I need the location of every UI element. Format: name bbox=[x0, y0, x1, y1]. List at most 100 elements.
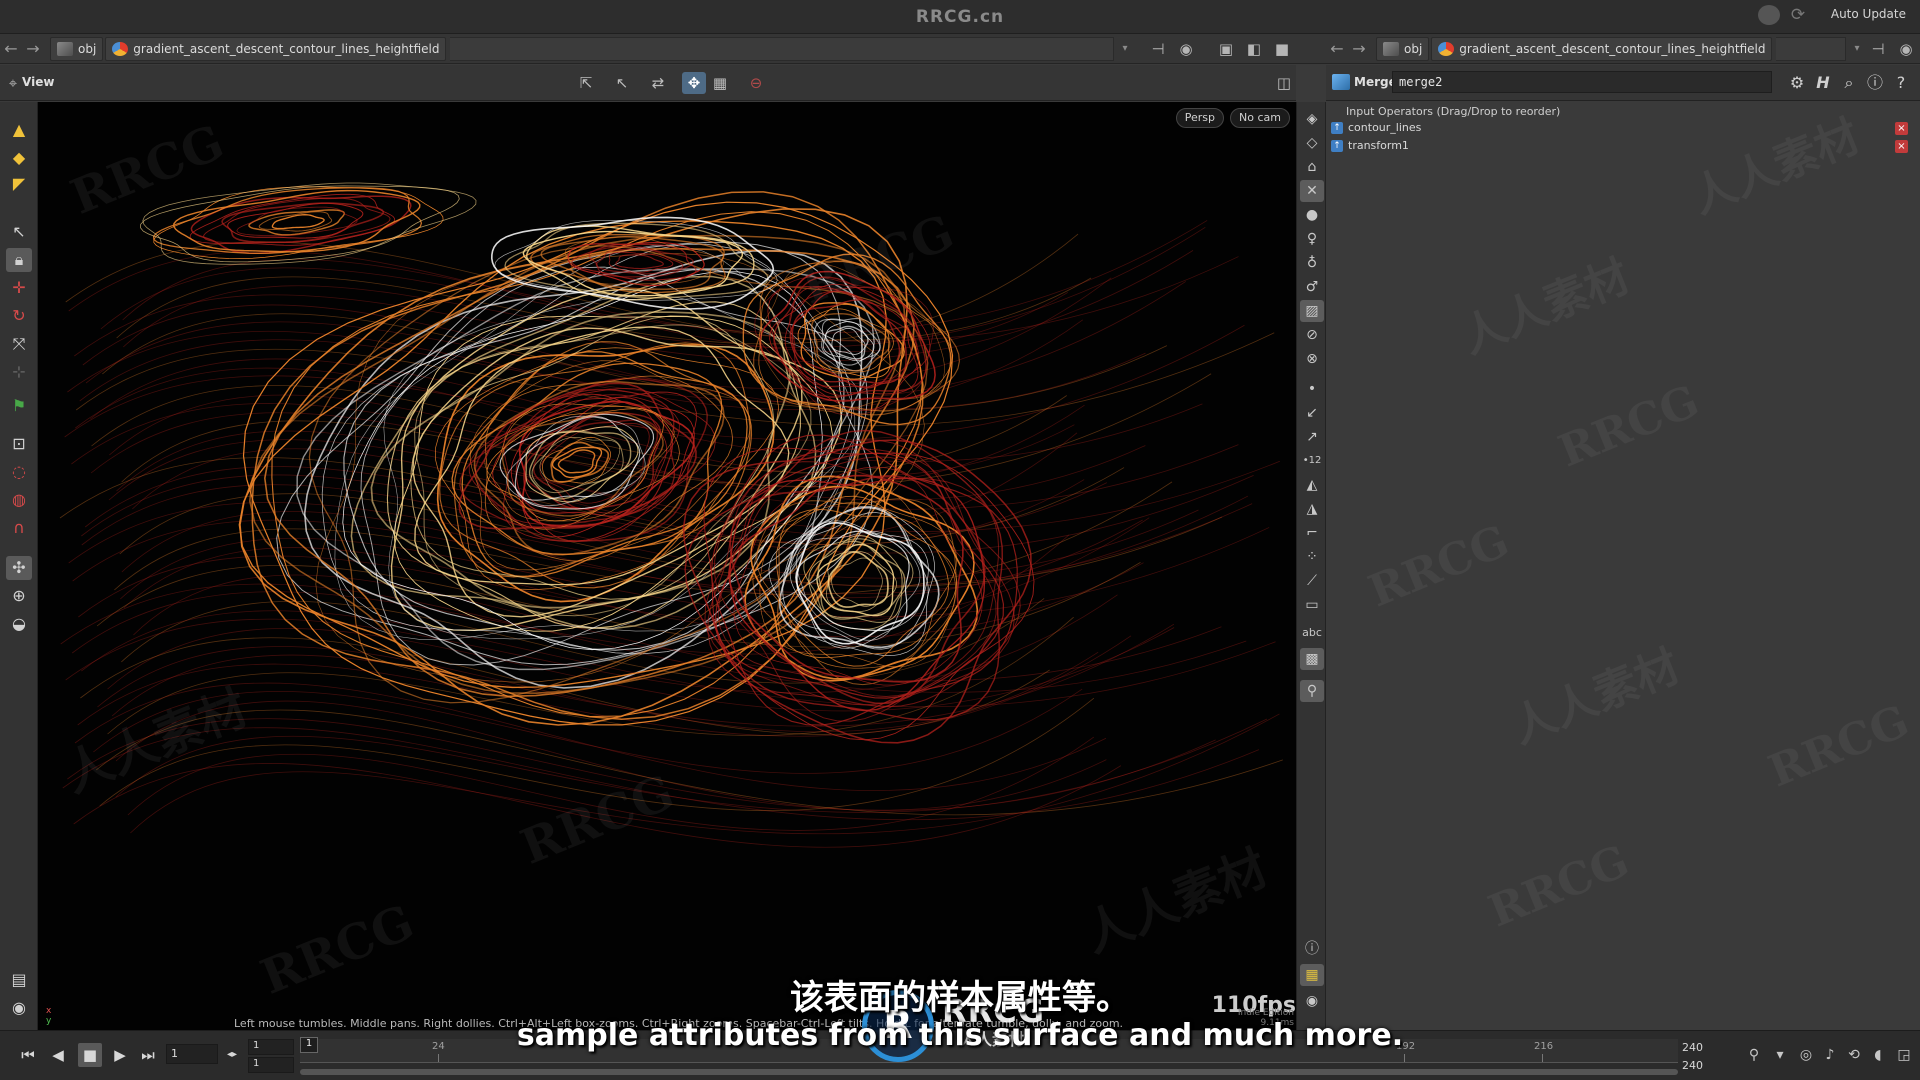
xray-icon[interactable]: ✕ bbox=[1300, 180, 1324, 202]
link-icon[interactable]: ◉ bbox=[1894, 38, 1918, 60]
map-pin-icon[interactable]: ⚲ bbox=[1300, 680, 1324, 702]
camera-persp-menu[interactable]: Persp bbox=[1175, 108, 1224, 128]
contour-strand bbox=[107, 627, 1175, 712]
text-label-icon[interactable]: abc bbox=[1300, 622, 1324, 644]
remove-input-icon[interactable]: × bbox=[1895, 140, 1908, 153]
hull-icon[interactable]: ▭ bbox=[1300, 594, 1324, 616]
watermark: RRCG bbox=[1551, 375, 1706, 478]
snap-icon[interactable]: ✥ bbox=[682, 72, 706, 94]
vertex-icon[interactable]: ⁘ bbox=[1300, 546, 1324, 568]
breadcrumb-obj-label: obj bbox=[1404, 41, 1423, 56]
back-arrow-icon[interactable]: ← bbox=[0, 38, 22, 60]
select-arrow-icon[interactable]: ↖ bbox=[6, 220, 32, 244]
point-numbers-icon[interactable]: •12 bbox=[1300, 450, 1324, 472]
transform-icon[interactable]: ⇄ bbox=[646, 72, 670, 94]
operator-jump-icon[interactable]: ↑ bbox=[1331, 122, 1343, 134]
contour-strand bbox=[82, 304, 1146, 410]
edge-icon[interactable]: ⌐ bbox=[1300, 522, 1324, 544]
cursor-icon[interactable]: ↖ bbox=[610, 72, 634, 94]
background-icon[interactable]: ▨ bbox=[1300, 300, 1324, 322]
brush-icon[interactable]: ◤ bbox=[6, 172, 32, 196]
help-icon[interactable]: ? bbox=[1890, 72, 1912, 94]
search-icon[interactable]: ⌕ bbox=[1838, 72, 1860, 94]
contour-strands bbox=[59, 220, 1283, 848]
vector-icon[interactable]: ↗ bbox=[1300, 426, 1324, 448]
operator-jump-icon[interactable]: ↑ bbox=[1331, 140, 1343, 152]
link-icon[interactable]: ◉ bbox=[1174, 38, 1198, 60]
pin-icon[interactable]: ⊣ bbox=[1146, 38, 1170, 60]
prim-icon[interactable]: ◭ bbox=[1300, 474, 1324, 496]
forward-arrow-icon[interactable]: → bbox=[1348, 38, 1370, 60]
scale-icon[interactable]: ⤧ bbox=[6, 332, 32, 356]
rotate-icon[interactable]: ↻ bbox=[6, 304, 32, 328]
pose-icon[interactable]: ⚑ bbox=[6, 394, 32, 418]
breadcrumb-node[interactable]: gradient_ascent_descent_contour_lines_he… bbox=[1431, 36, 1773, 61]
lock-icon[interactable]: ⌂ bbox=[1300, 156, 1324, 178]
move-icon[interactable]: ✛ bbox=[6, 276, 32, 300]
layout-icon[interactable]: ▣ bbox=[1214, 38, 1238, 60]
node-name-field[interactable]: merge2 bbox=[1392, 71, 1772, 93]
input-operators-heading: Input Operators (Drag/Drop to reorder) bbox=[1346, 105, 1561, 118]
contour-line bbox=[258, 211, 333, 232]
refresh-icon[interactable]: ⟳ bbox=[1788, 5, 1808, 25]
display-options-icon[interactable]: ◈ bbox=[1300, 108, 1324, 130]
image-icon[interactable]: ▩ bbox=[1300, 648, 1324, 670]
subtitle-chinese: 该表面的样本属性等。 bbox=[790, 978, 1130, 1018]
guide-icon[interactable]: ⊗ bbox=[1300, 348, 1324, 370]
range-end-field[interactable]: 240 bbox=[1682, 1059, 1703, 1072]
snapping-icon[interactable]: ✣ bbox=[6, 556, 32, 580]
view-frame-icon[interactable]: ⊡ bbox=[6, 432, 32, 456]
chevron-down-icon[interactable]: ▾ bbox=[1850, 43, 1864, 54]
global-start-field[interactable]: 1 bbox=[248, 1057, 294, 1073]
ghost-icon[interactable]: ◇ bbox=[1300, 132, 1324, 154]
select-mode-icon[interactable]: ⇱ bbox=[574, 72, 598, 94]
tool-shelf-icon[interactable]: ▲ bbox=[6, 118, 32, 142]
path-spacer bbox=[450, 36, 1114, 61]
breadcrumb-obj[interactable]: obj bbox=[1376, 36, 1430, 61]
camera-select-menu[interactable]: No cam bbox=[1230, 108, 1290, 128]
visualize-icon[interactable]: ⊘ bbox=[1300, 324, 1324, 346]
display-options-icon[interactable]: ◧ bbox=[1242, 38, 1266, 60]
orbit-icon[interactable]: ⊕ bbox=[6, 584, 32, 608]
paint-icon[interactable]: ◍ bbox=[6, 488, 32, 512]
prim-numbers-icon[interactable]: ◮ bbox=[1300, 498, 1324, 520]
contour-strand bbox=[127, 736, 1095, 831]
camera-icon[interactable]: ◫ bbox=[1272, 72, 1296, 94]
point-icon[interactable]: • bbox=[1300, 378, 1324, 400]
grid-icon[interactable]: ▦ bbox=[708, 72, 732, 94]
magnet-icon[interactable]: ∩ bbox=[6, 516, 32, 540]
cloud-icon[interactable] bbox=[1758, 5, 1780, 25]
info-icon[interactable]: ⓘ bbox=[1300, 938, 1324, 960]
back-arrow-icon[interactable]: ← bbox=[1326, 38, 1348, 60]
display-tool-bar: ◈ ◇ ⌂ ✕ ● ♀ ♁ ♂ ▨ ⊘ ⊗ • ↙ ↗ •12 ◭ ◮ ⌐ ⁘ … bbox=[1296, 102, 1326, 1030]
uv-icon[interactable]: ⟋ bbox=[1300, 570, 1324, 592]
geometry-node-icon bbox=[1438, 41, 1455, 56]
shadow-icon[interactable]: ♂ bbox=[1300, 276, 1324, 298]
lock-icon[interactable]: 🔒︎ bbox=[6, 248, 32, 272]
auto-update-toggle[interactable]: Auto Update bbox=[1831, 7, 1906, 21]
contour-strand bbox=[62, 727, 1260, 821]
normal-icon[interactable]: ↙ bbox=[1300, 402, 1324, 424]
maximize-icon[interactable]: ■ bbox=[1270, 38, 1294, 60]
scene-viewport[interactable]: Persp No cam xy Left mouse tumbles. Midd… bbox=[38, 102, 1296, 1030]
range-slider[interactable] bbox=[300, 1069, 1678, 1075]
no-entry-icon[interactable]: ⊖ bbox=[744, 72, 768, 94]
handle-icon[interactable]: ⊹ bbox=[6, 360, 32, 384]
edit-icon[interactable]: ◆ bbox=[6, 146, 32, 170]
info-icon[interactable]: ⓘ bbox=[1864, 72, 1886, 94]
headlight-icon[interactable]: ♁ bbox=[1300, 252, 1324, 274]
render-icon[interactable]: ◒ bbox=[6, 612, 32, 636]
sphere-icon[interactable]: ● bbox=[1300, 204, 1324, 226]
pin-icon[interactable]: ⊣ bbox=[1866, 38, 1890, 60]
breadcrumb-node-label: gradient_ascent_descent_contour_lines_he… bbox=[1459, 41, 1766, 56]
help-h-icon[interactable]: H bbox=[1812, 72, 1834, 94]
breadcrumb-obj[interactable]: obj bbox=[50, 36, 104, 61]
forward-arrow-icon[interactable]: → bbox=[22, 38, 44, 60]
light-icon[interactable]: ♀ bbox=[1300, 228, 1324, 250]
remove-input-icon[interactable]: × bbox=[1895, 122, 1908, 135]
chevron-down-icon[interactable]: ▾ bbox=[1118, 43, 1132, 54]
lasso-icon[interactable]: ◌ bbox=[6, 460, 32, 484]
right-path-bar: ← → obj gradient_ascent_descent_contour_… bbox=[1296, 34, 1920, 64]
gear-icon[interactable]: ⚙ bbox=[1786, 72, 1808, 94]
breadcrumb-node[interactable]: gradient_ascent_descent_contour_lines_he… bbox=[105, 36, 447, 61]
